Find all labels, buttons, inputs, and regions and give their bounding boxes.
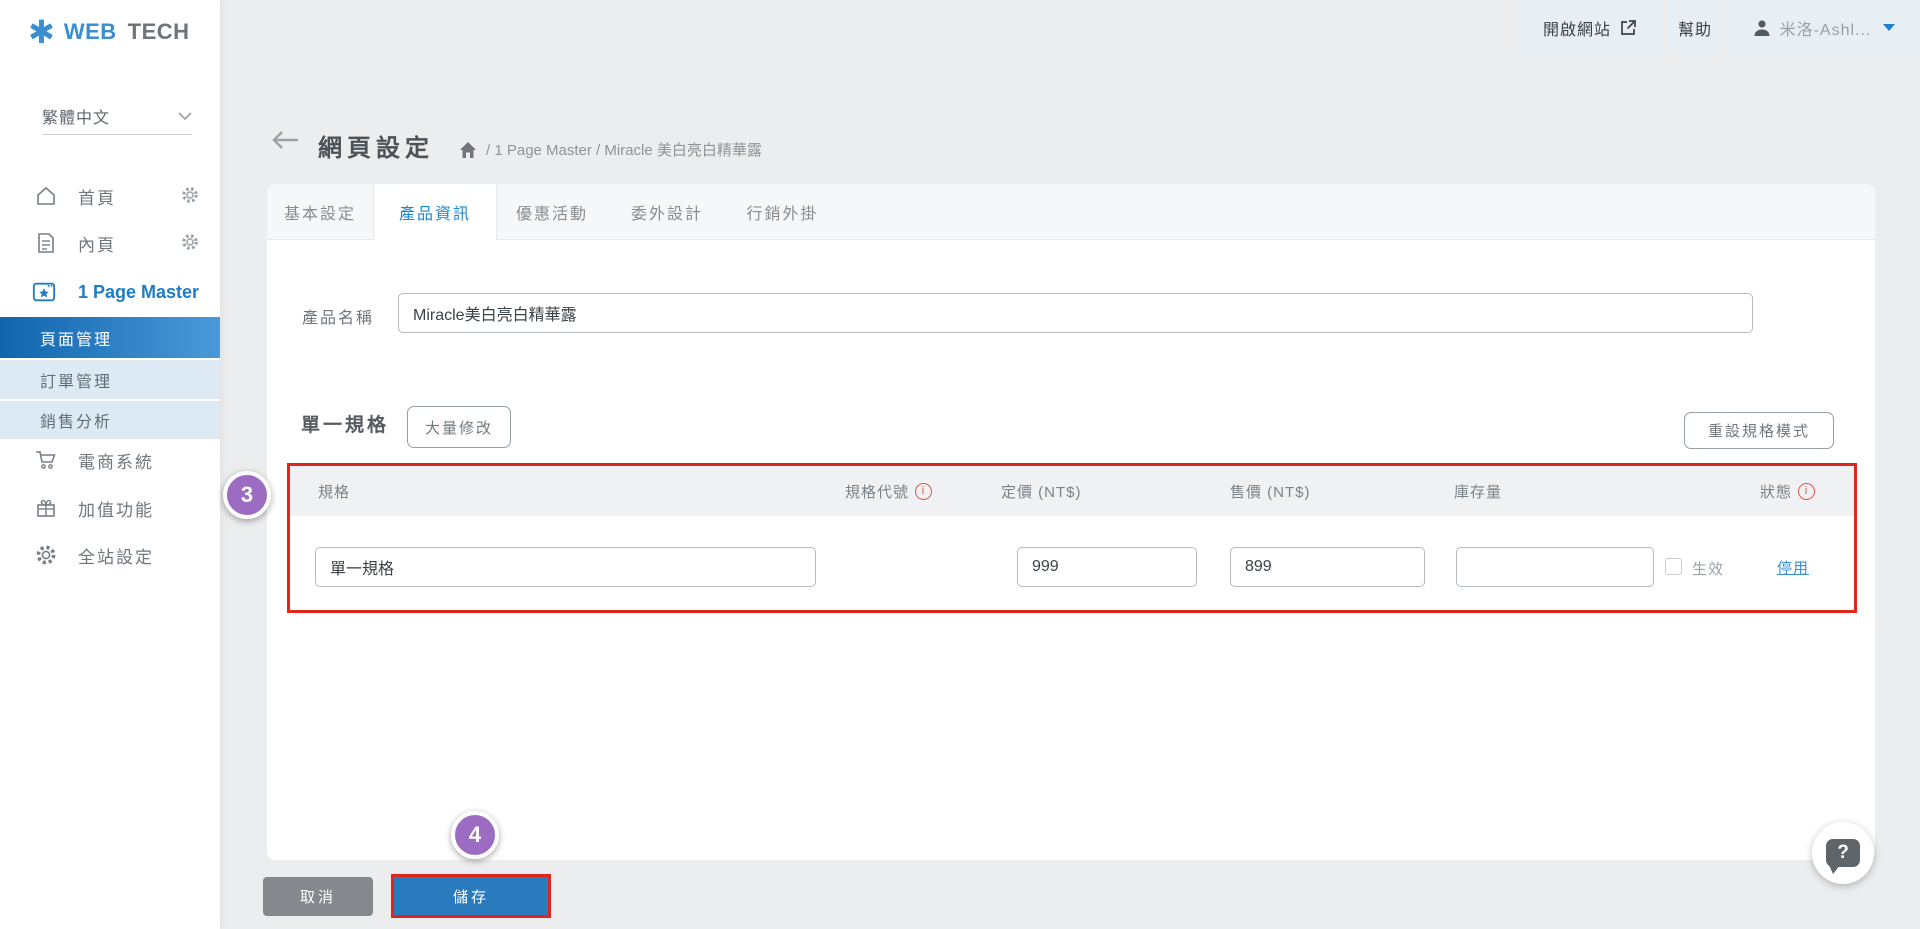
sidebar-subitem-order-management[interactable]: 訂單管理 [0, 360, 220, 399]
spec-name-input[interactable] [315, 547, 816, 587]
column-label: 規格 [318, 481, 350, 502]
external-link-icon [1619, 19, 1637, 37]
sidebar-item-label: 1 Page Master [78, 282, 199, 303]
help-menu-button[interactable]: 幫助 [1668, 0, 1722, 55]
sidebar-subitem-sales-analysis[interactable]: 銷售分析 [0, 401, 220, 439]
sidebar-item-site-settings[interactable]: 全站設定 [0, 532, 220, 578]
sidebar-item-inner-pages[interactable]: 內頁 [0, 220, 220, 266]
tab-product-info[interactable]: 產品資訊 [373, 184, 497, 240]
column-header-status: 狀態 [1760, 481, 1815, 502]
sidebar-item-label: 電商系統 [78, 448, 154, 473]
language-selector[interactable]: 繁體中文 [42, 98, 192, 135]
question-bubble-icon: ? [1826, 839, 1860, 867]
sidebar-item-addons[interactable]: 加值功能 [0, 485, 220, 531]
save-button-highlighted[interactable]: 儲存 [391, 874, 551, 918]
column-label: 規格代號 [845, 481, 909, 502]
info-icon[interactable] [1798, 483, 1815, 500]
star-window-icon [32, 280, 56, 304]
tab-marketing-plugins[interactable]: 行銷外掛 [725, 184, 840, 239]
column-label: 庫存量 [1454, 481, 1502, 502]
spec-table-highlighted: 規格 規格代號 定價 (NT$) 售價 (NT$) 庫存量 狀態 [287, 463, 1857, 613]
gift-icon [34, 496, 58, 520]
brand-name-secondary: TECH [128, 19, 190, 45]
gear-icon[interactable] [180, 185, 202, 207]
open-website-label: 開啟網站 [1543, 16, 1611, 40]
tab-label: 行銷外掛 [746, 200, 818, 224]
annotation-step-4-badge: 4 [451, 811, 499, 859]
tab-label: 基本設定 [284, 200, 356, 224]
tab-outsourced-design[interactable]: 委外設計 [609, 184, 725, 239]
cart-icon [34, 448, 58, 472]
column-header-sale-price: 售價 (NT$) [1230, 481, 1311, 502]
sidebar-item-label: 內頁 [78, 231, 116, 256]
column-header-spec: 規格 [318, 481, 350, 502]
tab-label: 委外設計 [631, 200, 703, 224]
sidebar-item-ecommerce[interactable]: 電商系統 [0, 437, 220, 483]
sidebar-item-label: 加值功能 [78, 496, 154, 521]
breadcrumb-path[interactable]: / 1 Page Master / Miracle 美白亮白精華露 [486, 139, 762, 160]
back-button[interactable] [270, 129, 302, 153]
status-checkbox-label: 生效 [1692, 558, 1724, 579]
help-fab-button[interactable]: ? [1812, 822, 1874, 884]
column-header-spec-code: 規格代號 [845, 481, 932, 502]
sidebar-item-home[interactable]: 首頁 [0, 173, 220, 219]
tab-label: 優惠活動 [516, 200, 588, 224]
sidebar: ✱ WEB TECH 繁體中文 首頁 內頁 [0, 0, 220, 929]
sale-price-input[interactable] [1230, 547, 1425, 587]
product-name-label: 產品名稱 [302, 304, 374, 328]
column-label: 狀態 [1760, 481, 1792, 502]
column-header-stock: 庫存量 [1454, 481, 1502, 502]
reset-spec-mode-button[interactable]: 重設規格模式 [1684, 412, 1834, 449]
sidebar-subitem-label: 訂單管理 [40, 368, 112, 392]
asterisk-logo-icon: ✱ [28, 16, 55, 48]
chevron-down-icon [178, 112, 192, 121]
column-label: 定價 (NT$) [1001, 481, 1082, 502]
app-root: ✱ WEB TECH 繁體中文 首頁 內頁 [0, 0, 1920, 929]
product-name-input[interactable] [398, 293, 1753, 333]
language-selected-label: 繁體中文 [42, 104, 110, 128]
user-name-label: 米洛-Ashl... [1780, 16, 1872, 40]
bulk-edit-button[interactable]: 大量修改 [407, 406, 511, 448]
gear-icon[interactable] [180, 232, 202, 254]
tab-bar: 基本設定 產品資訊 優惠活動 委外設計 行銷外掛 [267, 184, 1875, 240]
user-menu[interactable]: 米洛-Ashl... [1727, 0, 1920, 55]
sidebar-item-label: 首頁 [78, 184, 116, 209]
sidebar-item-label: 全站設定 [78, 543, 154, 568]
status-active-checkbox[interactable] [1665, 558, 1682, 575]
tab-basic-settings[interactable]: 基本設定 [267, 184, 373, 239]
sidebar-subitem-label: 頁面管理 [40, 326, 112, 350]
home-icon[interactable] [458, 140, 478, 160]
brand-name-primary: WEB [64, 19, 117, 45]
tab-promotions[interactable]: 優惠活動 [495, 184, 609, 239]
stock-input[interactable] [1456, 547, 1654, 587]
caret-down-icon [1883, 24, 1895, 31]
user-icon [1752, 18, 1772, 38]
settings-card: 基本設定 產品資訊 優惠活動 委外設計 行銷外掛 產品名稱 單一規格 大量修改 … [267, 184, 1875, 860]
sidebar-subitem-page-management[interactable]: 頁面管理 [0, 317, 220, 358]
sidebar-item-1-page-master[interactable]: 1 Page Master [0, 269, 220, 315]
tab-label: 產品資訊 [399, 200, 471, 224]
document-icon [34, 231, 58, 255]
gear-icon [34, 543, 58, 567]
spec-section-title: 單一規格 [301, 410, 389, 437]
disable-link[interactable]: 停用 [1777, 557, 1809, 578]
home-icon [34, 184, 58, 208]
open-website-button[interactable]: 開啟網站 [1517, 0, 1663, 55]
list-price-input[interactable] [1017, 547, 1197, 587]
brand-logo: ✱ WEB TECH [28, 16, 190, 48]
page-title: 網頁設定 [318, 128, 434, 163]
help-label: 幫助 [1678, 16, 1712, 40]
info-icon[interactable] [915, 483, 932, 500]
column-header-list-price: 定價 (NT$) [1001, 481, 1082, 502]
cancel-button[interactable]: 取消 [263, 877, 373, 916]
breadcrumb[interactable]: / 1 Page Master / Miracle 美白亮白精華露 [458, 139, 762, 160]
annotation-step-3-badge: 3 [223, 471, 271, 519]
column-label: 售價 (NT$) [1230, 481, 1311, 502]
sidebar-subitem-label: 銷售分析 [40, 408, 112, 432]
spec-table-header: 規格 規格代號 定價 (NT$) 售價 (NT$) 庫存量 狀態 [290, 466, 1854, 516]
